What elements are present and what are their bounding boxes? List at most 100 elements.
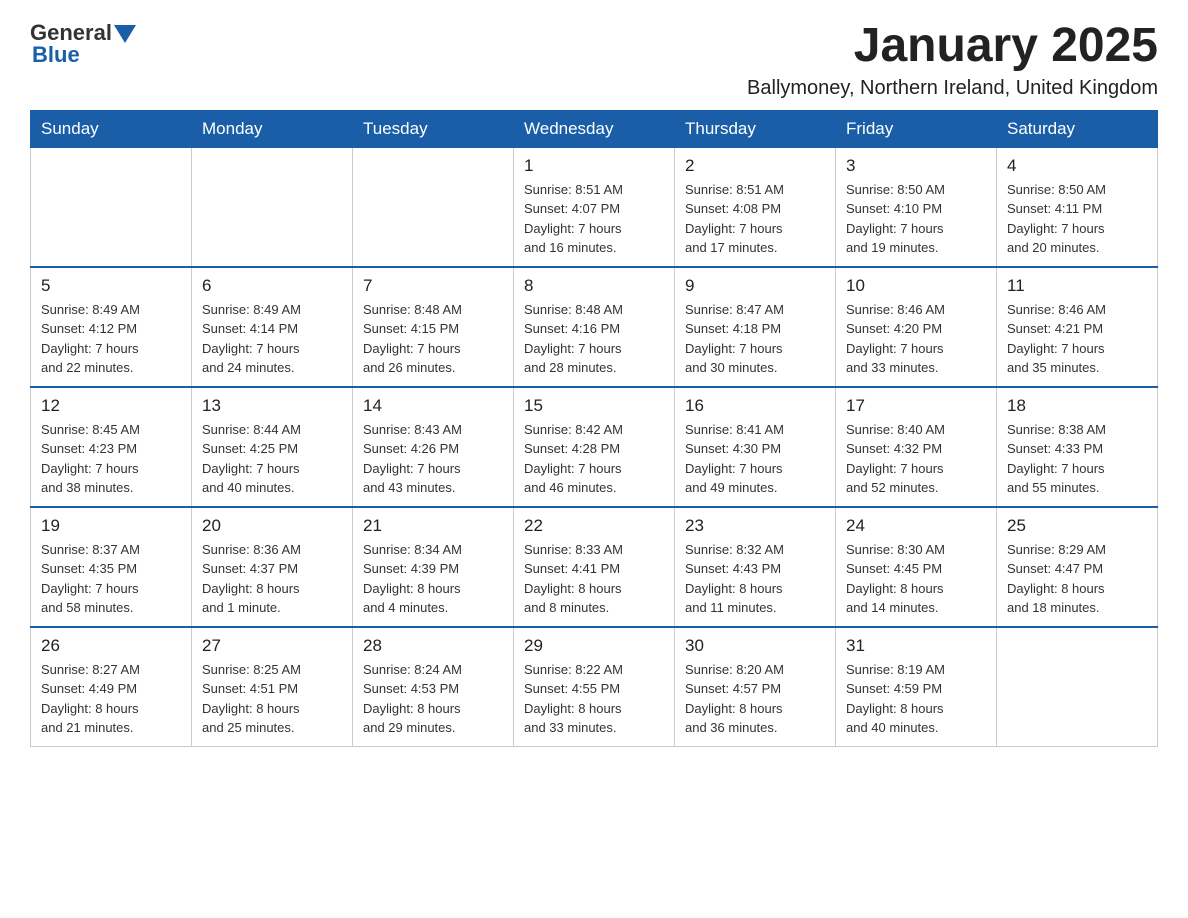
calendar-empty-cell <box>31 147 192 267</box>
day-of-week-wednesday: Wednesday <box>514 110 675 147</box>
day-number: 23 <box>685 516 825 536</box>
day-info: Sunrise: 8:20 AM Sunset: 4:57 PM Dayligh… <box>685 660 825 738</box>
day-info: Sunrise: 8:25 AM Sunset: 4:51 PM Dayligh… <box>202 660 342 738</box>
calendar-week-row: 26 Sunrise: 8:27 AM Sunset: 4:49 PM Dayli… <box>31 627 1158 747</box>
calendar-subtitle: Ballymoney, Northern Ireland, United Kin… <box>747 77 1158 100</box>
calendar-day-28: 28 Sunrise: 8:24 AM Sunset: 4:53 PM Dayli… <box>353 627 514 747</box>
day-number: 9 <box>685 276 825 296</box>
day-info: Sunrise: 8:42 AM Sunset: 4:28 PM Dayligh… <box>524 420 664 498</box>
calendar-day-7: 7 Sunrise: 8:48 AM Sunset: 4:15 PM Daylig… <box>353 267 514 387</box>
day-number: 7 <box>363 276 503 296</box>
calendar-day-15: 15 Sunrise: 8:42 AM Sunset: 4:28 PM Dayli… <box>514 387 675 507</box>
calendar-day-1: 1Sunrise: 8:51 AM Sunset: 4:07 PM Daylig… <box>514 147 675 267</box>
day-number: 27 <box>202 636 342 656</box>
calendar-day-11: 11 Sunrise: 8:46 AM Sunset: 4:21 PM Dayli… <box>997 267 1158 387</box>
calendar-day-5: 5Sunrise: 8:49 AM Sunset: 4:12 PM Daylig… <box>31 267 192 387</box>
calendar-week-row: 12Sunrise: 8:45 AM Sunset: 4:23 PM Dayli… <box>31 387 1158 507</box>
calendar-day-30: 30 Sunrise: 8:20 AM Sunset: 4:57 PM Dayli… <box>675 627 836 747</box>
title-area: January 2025 Ballymoney, Northern Irelan… <box>747 20 1158 100</box>
day-number: 31 <box>846 636 986 656</box>
calendar-day-18: 18 Sunrise: 8:38 AM Sunset: 4:33 PM Dayli… <box>997 387 1158 507</box>
day-number: 14 <box>363 396 503 416</box>
calendar-week-row: 5Sunrise: 8:49 AM Sunset: 4:12 PM Daylig… <box>31 267 1158 387</box>
day-info: Sunrise: 8:48 AM Sunset: 4:16 PM Dayligh… <box>524 300 664 378</box>
calendar-day-31: 31 Sunrise: 8:19 AM Sunset: 4:59 PM Dayli… <box>836 627 997 747</box>
day-info: Sunrise: 8:32 AM Sunset: 4:43 PM Dayligh… <box>685 540 825 618</box>
calendar-day-9: 9 Sunrise: 8:47 AM Sunset: 4:18 PM Daylig… <box>675 267 836 387</box>
logo-triangle-icon <box>114 25 136 43</box>
calendar-day-16: 16Sunrise: 8:41 AM Sunset: 4:30 PM Dayli… <box>675 387 836 507</box>
calendar-empty-cell <box>997 627 1158 747</box>
day-number: 28 <box>363 636 503 656</box>
day-number: 13 <box>202 396 342 416</box>
day-of-week-tuesday: Tuesday <box>353 110 514 147</box>
calendar-day-26: 26 Sunrise: 8:27 AM Sunset: 4:49 PM Dayli… <box>31 627 192 747</box>
calendar-empty-cell <box>353 147 514 267</box>
calendar-title: January 2025 <box>747 20 1158 73</box>
day-of-week-thursday: Thursday <box>675 110 836 147</box>
day-of-week-saturday: Saturday <box>997 110 1158 147</box>
day-number: 20 <box>202 516 342 536</box>
day-info: Sunrise: 8:36 AM Sunset: 4:37 PM Dayligh… <box>202 540 342 618</box>
day-info: Sunrise: 8:49 AM Sunset: 4:14 PM Dayligh… <box>202 300 342 378</box>
day-info: Sunrise: 8:51 AM Sunset: 4:08 PM Dayligh… <box>685 180 825 258</box>
logo: General Blue <box>30 20 136 68</box>
day-info: Sunrise: 8:29 AM Sunset: 4:47 PM Dayligh… <box>1007 540 1147 618</box>
day-info: Sunrise: 8:41 AM Sunset: 4:30 PM Dayligh… <box>685 420 825 498</box>
calendar-day-3: 3Sunrise: 8:50 AM Sunset: 4:10 PM Daylig… <box>836 147 997 267</box>
day-number: 30 <box>685 636 825 656</box>
day-info: Sunrise: 8:30 AM Sunset: 4:45 PM Dayligh… <box>846 540 986 618</box>
day-info: Sunrise: 8:48 AM Sunset: 4:15 PM Dayligh… <box>363 300 503 378</box>
day-info: Sunrise: 8:40 AM Sunset: 4:32 PM Dayligh… <box>846 420 986 498</box>
calendar-day-22: 22Sunrise: 8:33 AM Sunset: 4:41 PM Dayli… <box>514 507 675 627</box>
calendar-day-10: 10Sunrise: 8:46 AM Sunset: 4:20 PM Dayli… <box>836 267 997 387</box>
calendar-day-23: 23 Sunrise: 8:32 AM Sunset: 4:43 PM Dayli… <box>675 507 836 627</box>
calendar-day-4: 4Sunrise: 8:50 AM Sunset: 4:11 PM Daylig… <box>997 147 1158 267</box>
day-info: Sunrise: 8:46 AM Sunset: 4:20 PM Dayligh… <box>846 300 986 378</box>
calendar-day-12: 12Sunrise: 8:45 AM Sunset: 4:23 PM Dayli… <box>31 387 192 507</box>
day-number: 19 <box>41 516 181 536</box>
day-number: 26 <box>41 636 181 656</box>
day-info: Sunrise: 8:49 AM Sunset: 4:12 PM Dayligh… <box>41 300 181 378</box>
day-number: 25 <box>1007 516 1147 536</box>
day-number: 8 <box>524 276 664 296</box>
calendar-header-row: SundayMondayTuesdayWednesdayThursdayFrid… <box>31 110 1158 147</box>
calendar-table: SundayMondayTuesdayWednesdayThursdayFrid… <box>30 110 1158 747</box>
calendar-week-row: 1Sunrise: 8:51 AM Sunset: 4:07 PM Daylig… <box>31 147 1158 267</box>
calendar-day-2: 2Sunrise: 8:51 AM Sunset: 4:08 PM Daylig… <box>675 147 836 267</box>
day-number: 11 <box>1007 276 1147 296</box>
day-info: Sunrise: 8:44 AM Sunset: 4:25 PM Dayligh… <box>202 420 342 498</box>
day-number: 29 <box>524 636 664 656</box>
day-info: Sunrise: 8:24 AM Sunset: 4:53 PM Dayligh… <box>363 660 503 738</box>
calendar-day-17: 17Sunrise: 8:40 AM Sunset: 4:32 PM Dayli… <box>836 387 997 507</box>
day-number: 24 <box>846 516 986 536</box>
day-info: Sunrise: 8:38 AM Sunset: 4:33 PM Dayligh… <box>1007 420 1147 498</box>
day-info: Sunrise: 8:19 AM Sunset: 4:59 PM Dayligh… <box>846 660 986 738</box>
day-number: 6 <box>202 276 342 296</box>
day-number: 12 <box>41 396 181 416</box>
calendar-day-8: 8 Sunrise: 8:48 AM Sunset: 4:16 PM Daylig… <box>514 267 675 387</box>
logo-blue: Blue <box>32 42 80 68</box>
calendar-day-14: 14 Sunrise: 8:43 AM Sunset: 4:26 PM Dayli… <box>353 387 514 507</box>
day-of-week-sunday: Sunday <box>31 110 192 147</box>
calendar-day-27: 27 Sunrise: 8:25 AM Sunset: 4:51 PM Dayli… <box>192 627 353 747</box>
day-info: Sunrise: 8:27 AM Sunset: 4:49 PM Dayligh… <box>41 660 181 738</box>
day-info: Sunrise: 8:34 AM Sunset: 4:39 PM Dayligh… <box>363 540 503 618</box>
day-of-week-friday: Friday <box>836 110 997 147</box>
calendar-day-25: 25 Sunrise: 8:29 AM Sunset: 4:47 PM Dayli… <box>997 507 1158 627</box>
calendar-day-19: 19Sunrise: 8:37 AM Sunset: 4:35 PM Dayli… <box>31 507 192 627</box>
day-number: 22 <box>524 516 664 536</box>
day-number: 18 <box>1007 396 1147 416</box>
header: General Blue January 2025 Ballymoney, No… <box>30 20 1158 100</box>
day-number: 1 <box>524 156 664 176</box>
day-info: Sunrise: 8:50 AM Sunset: 4:11 PM Dayligh… <box>1007 180 1147 258</box>
day-number: 21 <box>363 516 503 536</box>
calendar-day-6: 6 Sunrise: 8:49 AM Sunset: 4:14 PM Daylig… <box>192 267 353 387</box>
day-number: 15 <box>524 396 664 416</box>
day-info: Sunrise: 8:46 AM Sunset: 4:21 PM Dayligh… <box>1007 300 1147 378</box>
calendar-empty-cell <box>192 147 353 267</box>
day-info: Sunrise: 8:47 AM Sunset: 4:18 PM Dayligh… <box>685 300 825 378</box>
calendar-day-21: 21 Sunrise: 8:34 AM Sunset: 4:39 PM Dayli… <box>353 507 514 627</box>
calendar-day-29: 29Sunrise: 8:22 AM Sunset: 4:55 PM Dayli… <box>514 627 675 747</box>
day-info: Sunrise: 8:43 AM Sunset: 4:26 PM Dayligh… <box>363 420 503 498</box>
